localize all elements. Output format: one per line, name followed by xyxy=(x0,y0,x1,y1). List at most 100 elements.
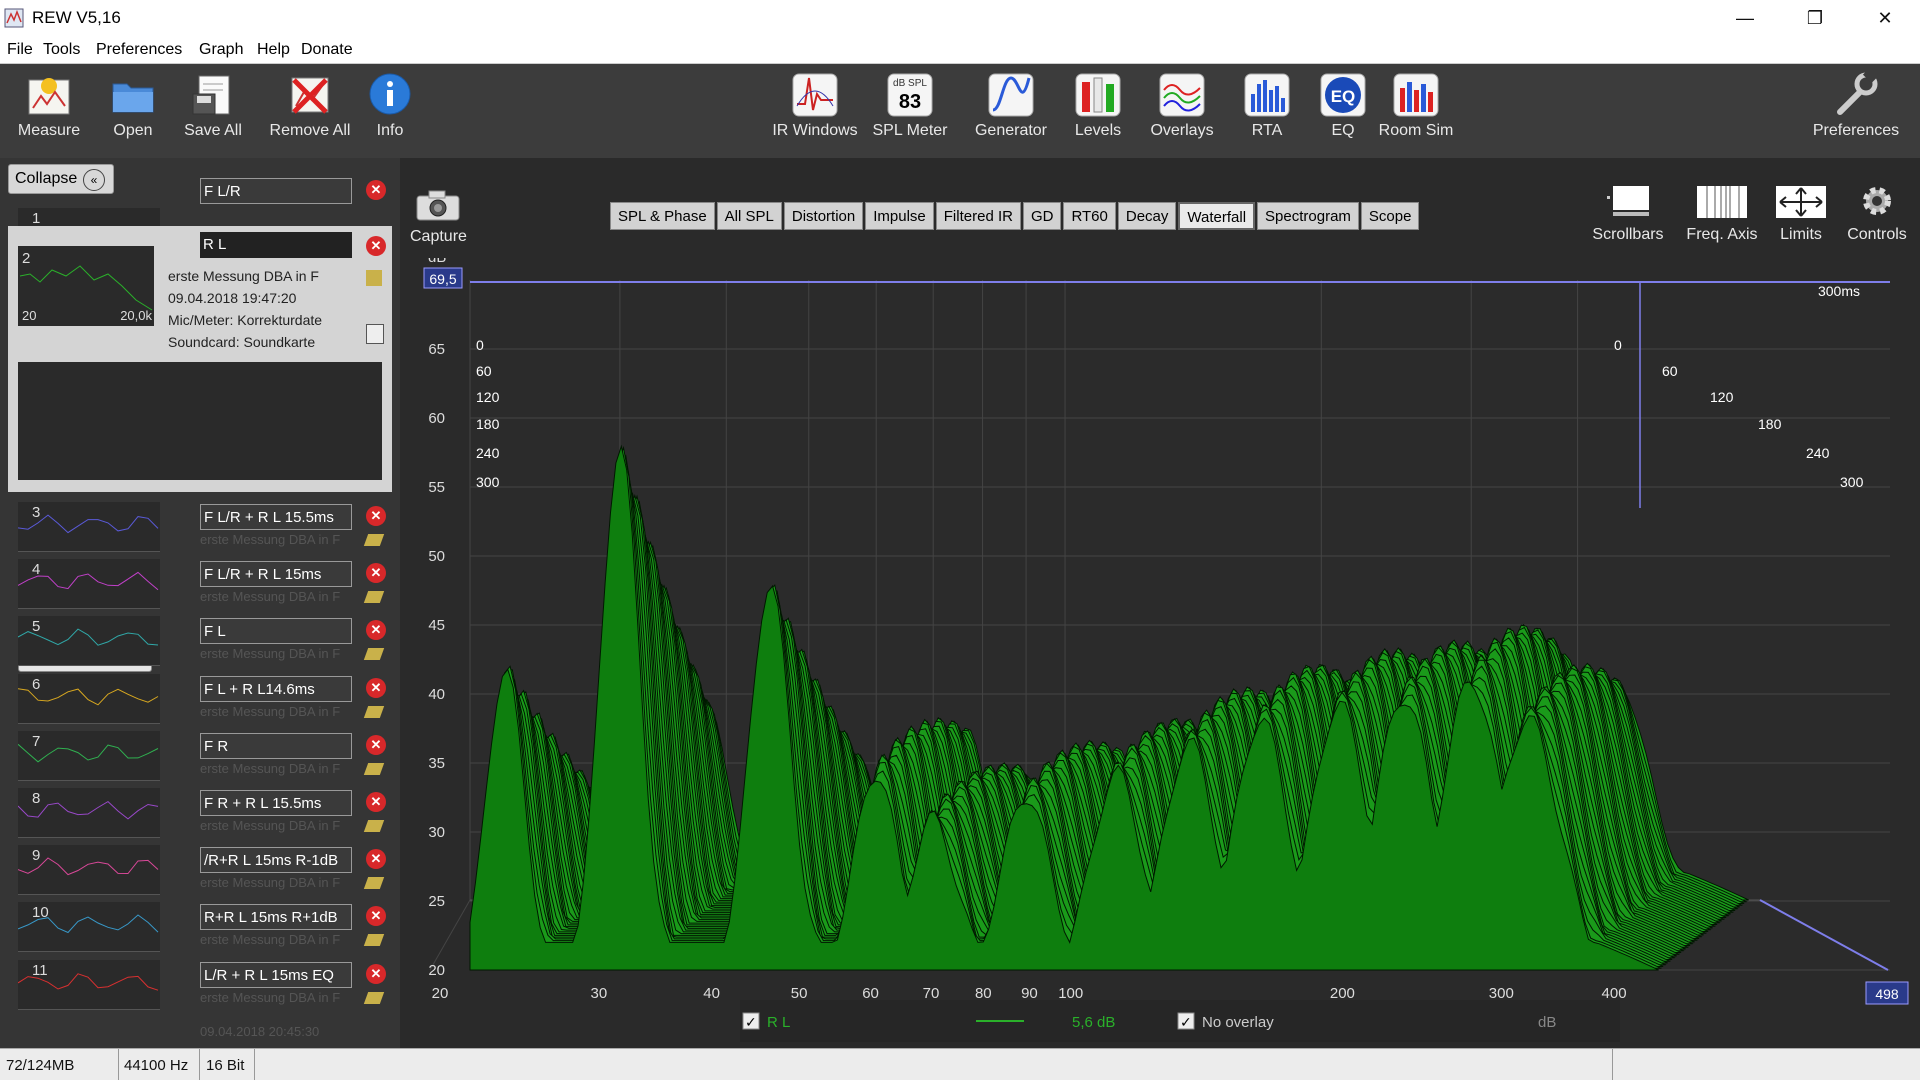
delete-icon[interactable]: ✕ xyxy=(366,963,386,984)
room-sim-button[interactable]: Room Sim xyxy=(1376,70,1456,140)
measurement-name[interactable]: F R xyxy=(200,732,352,759)
measurement-row[interactable]: 4 erste Messung DBA in FF L/R + R L 15ms ✕ xyxy=(8,559,392,615)
tab-all-spl[interactable]: All SPL xyxy=(716,202,782,230)
measurement-name[interactable]: F L + R L14.6ms xyxy=(200,675,352,702)
measurement-name[interactable]: F L/R + R L 15ms xyxy=(200,561,352,588)
edit-notes-icon[interactable] xyxy=(363,534,385,546)
measurement-thumb-row: 1 xyxy=(8,208,392,246)
measurement-name[interactable]: F L/R xyxy=(200,178,352,204)
measure-button[interactable]: Measure xyxy=(14,70,84,140)
edit-notes-icon[interactable] xyxy=(363,877,385,890)
edit-notes-icon[interactable] xyxy=(363,648,385,661)
levels-button[interactable]: Levels xyxy=(1068,70,1128,140)
measurement-row[interactable]: 5 erste Messung DBA in FF L ✕ xyxy=(8,616,392,672)
measurement-row[interactable]: 8 erste Messung DBA in F F R + R L 15.5ms ✕ xyxy=(8,788,392,844)
edit-notes-icon[interactable] xyxy=(363,762,385,775)
overlays-button[interactable]: Overlays xyxy=(1144,70,1220,140)
edit-notes-icon[interactable] xyxy=(363,991,385,1004)
scrollbars-button[interactable]: Scrollbars xyxy=(1590,182,1666,244)
delete-icon[interactable]: ✕ xyxy=(366,563,386,584)
save-all-button[interactable]: Save All xyxy=(178,70,248,140)
delete-icon[interactable]: ✕ xyxy=(366,236,386,256)
notes-icon[interactable] xyxy=(366,324,384,344)
menu-graph[interactable]: Graph xyxy=(199,41,243,59)
preferences-button[interactable]: Preferences xyxy=(1806,70,1906,140)
measurement-name[interactable]: R+R L 15ms R+1dB xyxy=(200,904,352,931)
menu-file[interactable]: File xyxy=(7,41,33,59)
delete-icon[interactable]: ✕ xyxy=(366,734,386,755)
measurement-row[interactable]: 7 erste Messung DBA in FF R ✕ xyxy=(8,730,392,787)
edit-notes-icon[interactable] xyxy=(366,270,382,286)
controls-button[interactable]: Controls xyxy=(1844,182,1910,244)
tab-waterfall[interactable]: Waterfall xyxy=(1178,202,1256,230)
tab-impulse[interactable]: Impulse xyxy=(865,202,934,230)
minimize-button[interactable]: — xyxy=(1710,0,1780,36)
tab-gd[interactable]: GD xyxy=(1022,202,1062,230)
info-button[interactable]: Info xyxy=(360,70,420,140)
menu-preferences[interactable]: Preferences xyxy=(96,41,182,59)
tab-decay[interactable]: Decay xyxy=(1117,202,1177,230)
preferences-label: Preferences xyxy=(1812,122,1900,139)
measurement-thumbnail[interactable]: 3 xyxy=(17,502,160,552)
menu-tools[interactable]: Tools xyxy=(43,41,80,59)
capture-button[interactable]: Capture xyxy=(410,188,467,246)
freq-axis-button[interactable]: Freq. Axis xyxy=(1680,182,1764,244)
measurement-thumbnail[interactable]: 2 20 20,0k xyxy=(18,246,154,326)
measurement-name[interactable]: R L xyxy=(200,232,352,258)
measurement-name[interactable]: L/R + R L 15ms EQ xyxy=(200,961,352,988)
measurement-thumbnail[interactable]: 6 xyxy=(17,673,160,724)
rta-button[interactable]: RTA xyxy=(1240,70,1294,140)
measurement-row[interactable]: 9 erste Messung DBA in F/R+R L 15ms R-1dB… xyxy=(8,845,392,901)
ir-windows-button[interactable]: IR Windows xyxy=(768,70,862,140)
delete-icon[interactable]: ✕ xyxy=(366,677,386,698)
measurement-thumbnail[interactable]: 4 xyxy=(17,559,160,610)
y-axis-label: dB xyxy=(428,258,446,266)
measurement-row[interactable]: 10 erste Messung DBA in F R+R L 15ms R+1dB… xyxy=(8,902,392,958)
waterfall-chart[interactable]: 20 25 30 35 40 45 50 55 60 65 dB 69,5 20 30 40 50 60 70 80… xyxy=(400,258,1920,1048)
eq-button[interactable]: EQ EQ xyxy=(1316,70,1370,140)
measurement-row[interactable]: 6 erste Messung DBA in FF L + R L14.6ms ✕ xyxy=(8,673,392,730)
measurement-name[interactable]: F L/R + R L 15.5ms xyxy=(200,504,352,530)
edit-notes-icon[interactable] xyxy=(363,591,385,604)
tab-distortion[interactable]: Distortion xyxy=(783,202,864,230)
delete-icon[interactable]: ✕ xyxy=(366,792,386,812)
menu-bar: File Tools Preferences Graph Help Donate xyxy=(0,36,1920,64)
y-tick-label: 20 xyxy=(428,962,445,979)
measurement-thumbnail[interactable]: 8 xyxy=(17,788,160,838)
tab-spectrogram[interactable]: Spectrogram xyxy=(1257,202,1359,230)
menu-help[interactable]: Help xyxy=(257,41,290,59)
delete-icon[interactable]: ✕ xyxy=(366,506,386,526)
measurement-thumbnail[interactable]: 5 xyxy=(17,616,160,667)
open-button[interactable]: Open xyxy=(98,70,168,140)
generator-button[interactable]: Generator xyxy=(966,70,1056,140)
measurement-thumbnail[interactable]: 9 xyxy=(17,845,160,896)
delete-icon[interactable]: ✕ xyxy=(366,620,386,641)
delete-icon[interactable]: ✕ xyxy=(366,180,386,200)
close-button[interactable]: ✕ xyxy=(1850,0,1920,36)
edit-notes-icon[interactable] xyxy=(363,934,385,947)
measurement-name[interactable]: F L xyxy=(200,618,352,645)
tab-filtered-ir[interactable]: Filtered IR xyxy=(935,202,1021,230)
selected-measurement-panel[interactable]: 2 20 20,0k R L ✕ erste Messung DBA in F … xyxy=(8,226,392,492)
edit-notes-icon[interactable] xyxy=(363,705,385,718)
edit-notes-icon[interactable] xyxy=(363,820,385,832)
measurement-name[interactable]: /R+R L 15ms R-1dB xyxy=(200,847,352,874)
measurement-row[interactable]: 3 erste Messung DBA in F F L/R + R L 15.5m… xyxy=(8,502,392,558)
maximize-button[interactable]: ❐ xyxy=(1780,0,1850,36)
remove-all-button[interactable]: Remove All xyxy=(264,70,356,140)
delete-icon[interactable]: ✕ xyxy=(366,906,386,927)
menu-donate[interactable]: Donate xyxy=(301,41,353,59)
legend-unit: dB xyxy=(1538,1014,1556,1031)
tab-rt60[interactable]: RT60 xyxy=(1063,202,1116,230)
measurement-thumbnail[interactable]: 10 xyxy=(17,902,160,953)
spl-meter-button[interactable]: dB SPL 83 SPL Meter xyxy=(870,70,950,140)
x-tick-label: 300 xyxy=(1489,985,1514,1002)
tab-scope[interactable]: Scope xyxy=(1360,202,1420,230)
measurement-row[interactable]: 11 erste Messung DBA in F L/R + R L 15ms E… xyxy=(8,959,392,1016)
measurement-thumbnail[interactable]: 11 xyxy=(17,959,160,1010)
tab-spl-phase[interactable]: SPL & Phase xyxy=(610,202,715,230)
measurement-name[interactable]: F R + R L 15.5ms xyxy=(200,790,352,816)
measurement-thumbnail[interactable]: 7 xyxy=(17,730,160,781)
delete-icon[interactable]: ✕ xyxy=(366,849,386,870)
limits-button[interactable]: Limits xyxy=(1772,182,1830,244)
